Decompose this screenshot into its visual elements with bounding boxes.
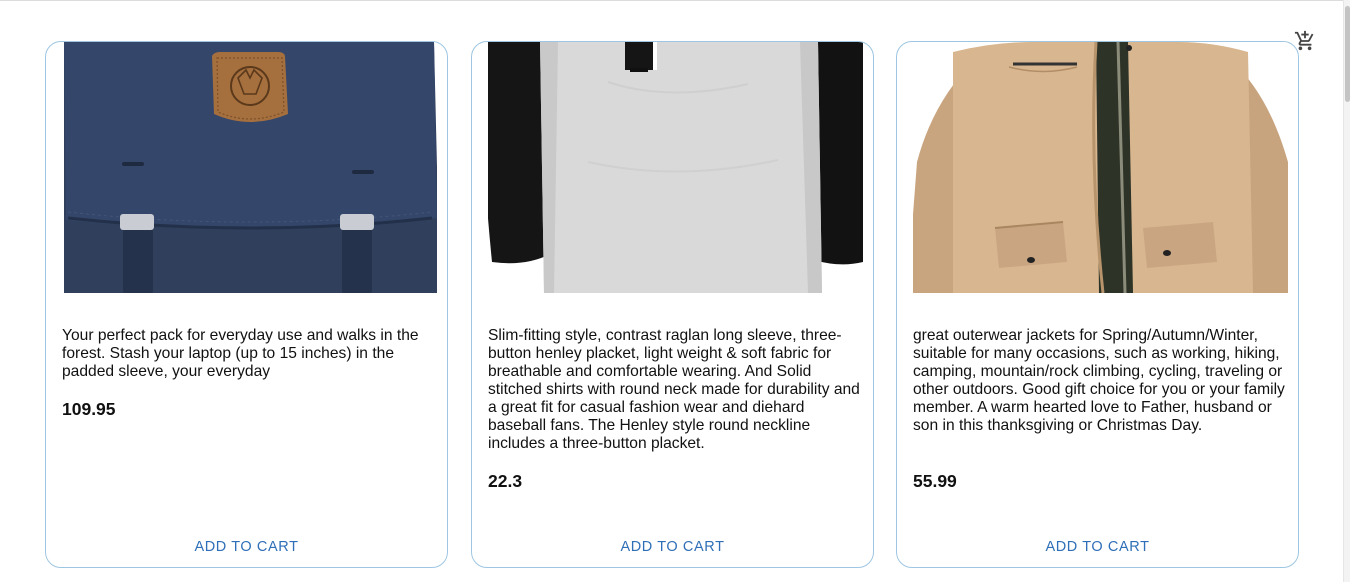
product-image-backpack[interactable] [62, 42, 437, 293]
add-shopping-cart-icon [1294, 30, 1314, 51]
product-image-raglan-shirt[interactable] [488, 42, 863, 293]
product-price: 109.95 [62, 399, 116, 419]
product-card: Your perfect pack for everyday use and w… [45, 41, 448, 568]
add-to-cart-button[interactable]: ADD TO CART [897, 532, 1298, 562]
scrollbar-thumb[interactable] [1345, 6, 1350, 102]
add-to-cart-button[interactable]: ADD TO CART [46, 532, 447, 562]
product-description: Slim-fitting style, contrast raglan long… [488, 327, 860, 452]
product-card: Slim-fitting style, contrast raglan long… [471, 41, 874, 568]
product-price: 55.99 [913, 471, 957, 491]
product-description: great outerwear jackets for Spring/Autum… [913, 327, 1285, 434]
product-card: great outerwear jackets for Spring/Autum… [896, 41, 1299, 568]
add-to-cart-button[interactable]: ADD TO CART [472, 532, 873, 562]
vertical-scrollbar[interactable] [1343, 0, 1350, 582]
top-divider [0, 0, 1350, 1]
product-price: 22.3 [488, 471, 523, 491]
product-description: Your perfect pack for everyday use and w… [62, 327, 419, 380]
product-image-jacket[interactable] [913, 42, 1288, 293]
